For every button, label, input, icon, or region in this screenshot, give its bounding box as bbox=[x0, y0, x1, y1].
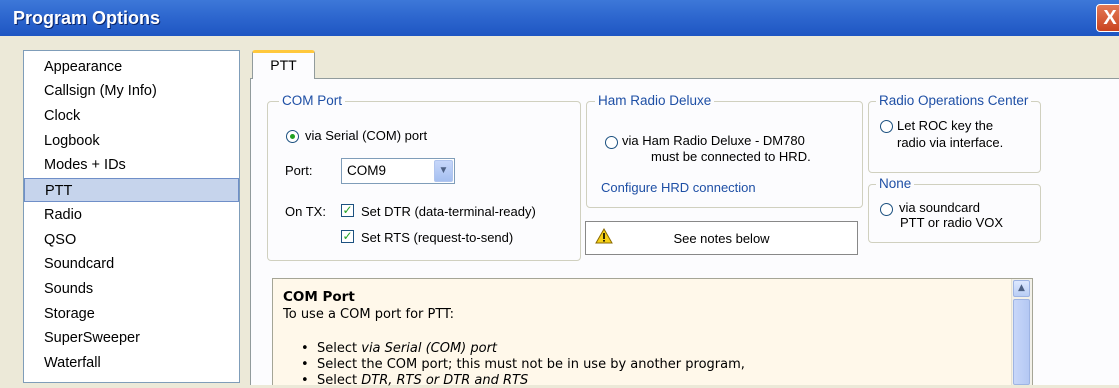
category-item-modes-ids[interactable]: Modes + IDs bbox=[24, 153, 239, 177]
dtr-label[interactable]: Set DTR (data-terminal-ready) bbox=[361, 204, 536, 219]
serial-com-radio[interactable] bbox=[286, 130, 299, 143]
dtr-checkbox[interactable]: ✓ bbox=[341, 204, 354, 217]
on-tx-label: On TX: bbox=[285, 204, 326, 219]
ham-radio-deluxe-legend: Ham Radio Deluxe bbox=[595, 93, 715, 108]
notes-bullet: Select via Serial (COM) port bbox=[301, 341, 497, 356]
soundcard-option-line1[interactable]: via soundcard bbox=[899, 200, 980, 215]
notes-bullet: Select the COM port; this must not be in… bbox=[301, 357, 745, 372]
category-item-ptt[interactable]: PTT bbox=[24, 178, 239, 202]
category-item-appearance[interactable]: Appearance bbox=[24, 55, 239, 79]
category-item-clock[interactable]: Clock bbox=[24, 104, 239, 128]
category-item-supersweeper[interactable]: SuperSweeper bbox=[24, 326, 239, 350]
close-button[interactable]: X bbox=[1096, 4, 1119, 32]
roc-radio[interactable] bbox=[880, 120, 893, 133]
roc-option-line1[interactable]: Let ROC key the bbox=[897, 118, 993, 133]
port-label: Port: bbox=[285, 163, 313, 178]
configure-hrd-link[interactable]: Configure HRD connection bbox=[601, 180, 756, 195]
com-port-select[interactable]: COM9 ▼ bbox=[341, 158, 455, 184]
title-bar: Program Options X bbox=[0, 0, 1119, 36]
category-item-storage[interactable]: Storage bbox=[24, 302, 239, 326]
window-title: Program Options bbox=[13, 8, 161, 28]
soundcard-option-line2: PTT or radio VOX bbox=[900, 215, 1004, 230]
category-item-radio[interactable]: Radio bbox=[24, 203, 239, 227]
category-item-qso[interactable]: QSO bbox=[24, 228, 239, 252]
rts-label[interactable]: Set RTS (request-to-send) bbox=[361, 230, 513, 245]
roc-option-line2: radio via interface. bbox=[897, 135, 1004, 150]
notes-scrollbar[interactable]: ▲ bbox=[1011, 279, 1032, 385]
see-notes-label: See notes below bbox=[673, 231, 770, 246]
rts-checkbox[interactable]: ✓ bbox=[341, 230, 354, 243]
com-port-value: COM9 bbox=[347, 163, 387, 178]
category-item-callsign[interactable]: Callsign (My Info) bbox=[24, 79, 239, 103]
category-list[interactable]: Appearance Callsign (My Info) Clock Logb… bbox=[23, 50, 240, 383]
see-notes-button[interactable]: See notes below bbox=[585, 221, 858, 255]
notes-bullet: Select DTR, RTS or DTR and RTS bbox=[301, 373, 528, 388]
serial-com-label[interactable]: via Serial (COM) port bbox=[305, 128, 427, 143]
notes-heading: COM Port bbox=[283, 289, 355, 305]
category-item-logbook[interactable]: Logbook bbox=[24, 129, 239, 153]
scroll-up-icon[interactable]: ▲ bbox=[1013, 280, 1030, 297]
scrollbar-thumb[interactable] bbox=[1013, 299, 1030, 385]
hrd-radio[interactable] bbox=[605, 136, 618, 149]
soundcard-radio[interactable] bbox=[880, 203, 893, 216]
hrd-option-line1[interactable]: via Ham Radio Deluxe - DM780 bbox=[622, 133, 805, 148]
tab-ptt[interactable]: PTT bbox=[252, 50, 315, 79]
hrd-option-line2: must be connected to HRD. bbox=[651, 149, 811, 164]
roc-legend: Radio Operations Center bbox=[876, 93, 1032, 108]
notes-intro: To use a COM port for PTT: bbox=[283, 307, 454, 322]
notes-panel: COM Port To use a COM port for PTT: Sele… bbox=[272, 278, 1033, 388]
chevron-down-icon[interactable]: ▼ bbox=[434, 160, 453, 182]
category-item-waterfall[interactable]: Waterfall bbox=[24, 351, 239, 375]
none-legend: None bbox=[876, 176, 915, 191]
category-item-soundcard[interactable]: Soundcard bbox=[24, 252, 239, 276]
category-item-sounds[interactable]: Sounds bbox=[24, 277, 239, 301]
com-port-legend: COM Port bbox=[279, 93, 346, 108]
